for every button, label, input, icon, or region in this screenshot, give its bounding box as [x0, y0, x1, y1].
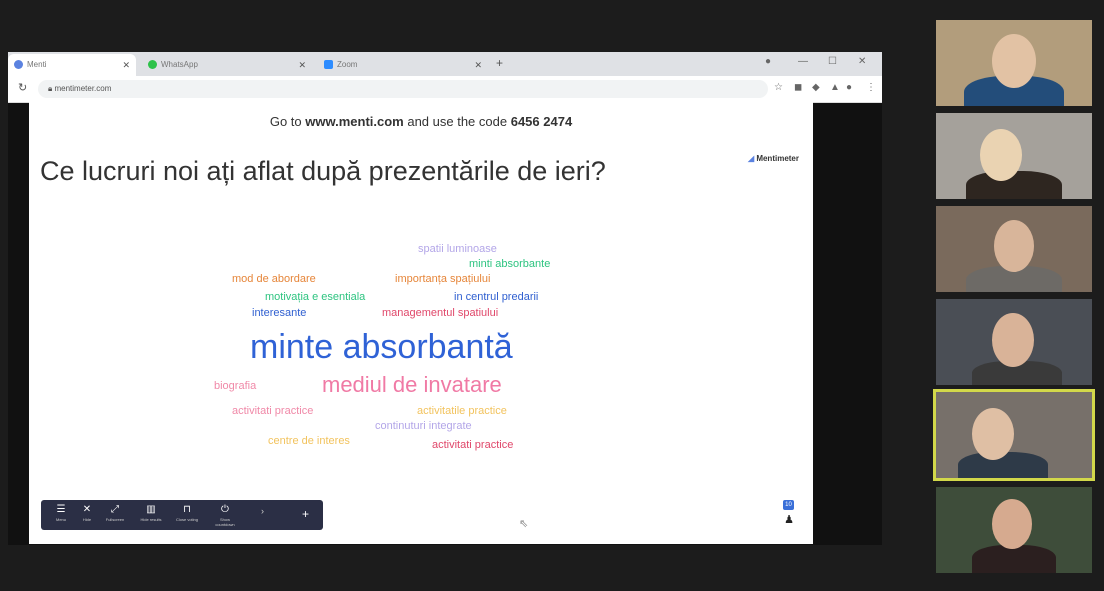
close-icon[interactable]: ✕ — [474, 54, 482, 76]
address-bar: ↻ 🔒︎ mentimeter.com ☆ ◼ ◆ ▲ ● ⋮ — [8, 76, 882, 103]
minimize-icon[interactable]: — — [798, 56, 808, 67]
slide-question: Ce lucruri noi ați aflat după prezentări… — [40, 156, 606, 186]
participant-face — [992, 313, 1034, 367]
extension-icon[interactable]: ◆ — [812, 82, 820, 93]
participant-video-tile[interactable] — [936, 299, 1092, 385]
participant-face — [980, 129, 1022, 181]
person-icon: ♟ — [784, 514, 794, 526]
participant-face — [972, 408, 1014, 460]
instruction-text: Go to — [269, 114, 306, 129]
button-label: Close voting — [175, 517, 198, 522]
close-icon: ✕ — [82, 504, 92, 515]
timer-icon: ⏻ — [221, 504, 229, 515]
tab-label: Zoom — [337, 60, 358, 69]
tab-label: WhatsApp — [161, 60, 198, 69]
word-cloud-word: continuturi integrate — [375, 420, 472, 432]
word-cloud-word: motivația e esentiala — [265, 291, 366, 303]
word-cloud-word: activitatile practice — [417, 405, 507, 417]
mentimeter-logo: ◢ Mentimeter — [748, 154, 799, 163]
maximize-icon[interactable]: ☐ — [828, 56, 837, 67]
word-cloud-word: interesante — [252, 307, 307, 319]
participant-video-tile-active-speaker[interactable] — [933, 389, 1095, 481]
browser-tab-menti[interactable]: Menti ✕ — [8, 54, 136, 76]
more-vert-icon[interactable]: ⋮ — [866, 82, 876, 93]
star-icon[interactable]: ☆ — [774, 82, 783, 93]
word-cloud-word: in centrul predarii — [454, 291, 539, 303]
response-count-badge: 10 — [783, 500, 794, 510]
word-cloud-word: mediul de invatare — [322, 372, 502, 397]
word-cloud-word: centre de interes — [268, 435, 350, 447]
participant-face — [994, 220, 1034, 272]
participant-face — [992, 499, 1032, 549]
toolbar-more-button[interactable]: › — [261, 506, 264, 516]
word-cloud-word: importanța spațiului — [395, 273, 491, 285]
button-label: Hide results — [140, 517, 162, 522]
hide-results-icon: ▥ — [146, 504, 156, 515]
response-counter: 10 ♟ — [783, 500, 795, 526]
button-label: Menu — [55, 517, 66, 522]
participant-body — [972, 545, 1056, 573]
hide-button[interactable]: ✕ Hide — [75, 504, 99, 522]
browser-tab-whatsapp[interactable]: WhatsApp ✕ — [142, 54, 312, 76]
voting-code: 6456 2474 — [510, 114, 573, 129]
participant-video-tile[interactable] — [936, 20, 1092, 106]
word-cloud-word: mod de abordare — [232, 273, 316, 285]
reload-icon[interactable]: ↻ — [18, 81, 27, 94]
countdown-button[interactable]: ⏻ Show countdown — [213, 504, 237, 527]
word-cloud-word: biografia — [214, 380, 257, 392]
participant-face — [992, 34, 1036, 88]
extension-icon[interactable]: ◼ — [794, 82, 802, 93]
lock-icon: ⊓ — [183, 504, 191, 515]
mouse-cursor-icon: ⇖ — [519, 518, 529, 530]
fullscreen-icon: ⤢ — [111, 504, 119, 515]
favicon-icon — [14, 60, 23, 70]
add-button[interactable]: + — [302, 507, 309, 521]
whatsapp-icon — [148, 60, 157, 70]
word-cloud-word: minti absorbante — [469, 258, 551, 270]
browser-tab-bar: Menti ✕ WhatsApp ✕ Zoom ✕ + ● — ☐ ✕ — [8, 52, 882, 76]
button-label: Fullscreen — [105, 517, 125, 522]
button-label: Hide — [82, 517, 92, 522]
menu-icon: ☰ — [56, 504, 66, 515]
word-cloud-word: activitati practice — [232, 405, 314, 417]
hide-results-button[interactable]: ▥ Hide results — [139, 504, 163, 522]
tab-label: Menti — [27, 60, 47, 69]
word-cloud-word: spatii luminoase — [418, 243, 497, 255]
url-text: mentimeter.com — [54, 84, 112, 93]
word-cloud-word: activitati practice — [432, 439, 514, 451]
presentation-slide: Go to www.menti.com and use the code 645… — [29, 102, 813, 544]
url-field[interactable]: 🔒︎ mentimeter.com — [38, 80, 768, 98]
close-icon[interactable]: ✕ — [122, 54, 130, 76]
account-icon[interactable]: ● — [765, 56, 771, 67]
profile-icon[interactable]: ● — [846, 82, 852, 93]
brand-label: Mentimeter — [756, 154, 799, 163]
button-label: Show countdown — [215, 517, 235, 527]
participant-video-tile[interactable] — [936, 113, 1092, 199]
instruction-text: and use the code — [403, 114, 511, 129]
extension-icon[interactable]: ▲ — [830, 82, 840, 93]
window-close-icon[interactable]: ✕ — [858, 56, 866, 67]
participant-video-tile[interactable] — [936, 206, 1092, 292]
word-cloud-word: managementul spatiului — [382, 307, 499, 319]
close-voting-button[interactable]: ⊓ Close voting — [175, 504, 199, 522]
zoom-icon — [324, 60, 333, 70]
fullscreen-button[interactable]: ⤢ Fullscreen — [103, 504, 127, 522]
new-tab-button[interactable]: + — [496, 56, 503, 70]
participant-video-tile[interactable] — [936, 487, 1092, 573]
presenter-toolbar: ☰ Menu ✕ Hide ⤢ Fullscreen ▥ Hide results ⊓ C… — [41, 500, 323, 530]
menu-button[interactable]: ☰ Menu — [49, 504, 73, 522]
join-instructions: Go to www.menti.com and use the code 645… — [29, 114, 813, 129]
browser-tab-zoom[interactable]: Zoom ✕ — [318, 54, 488, 76]
word-cloud-word: minte absorbantă — [250, 328, 513, 366]
close-icon[interactable]: ✕ — [298, 54, 306, 76]
instruction-site: www.menti.com — [305, 114, 404, 129]
